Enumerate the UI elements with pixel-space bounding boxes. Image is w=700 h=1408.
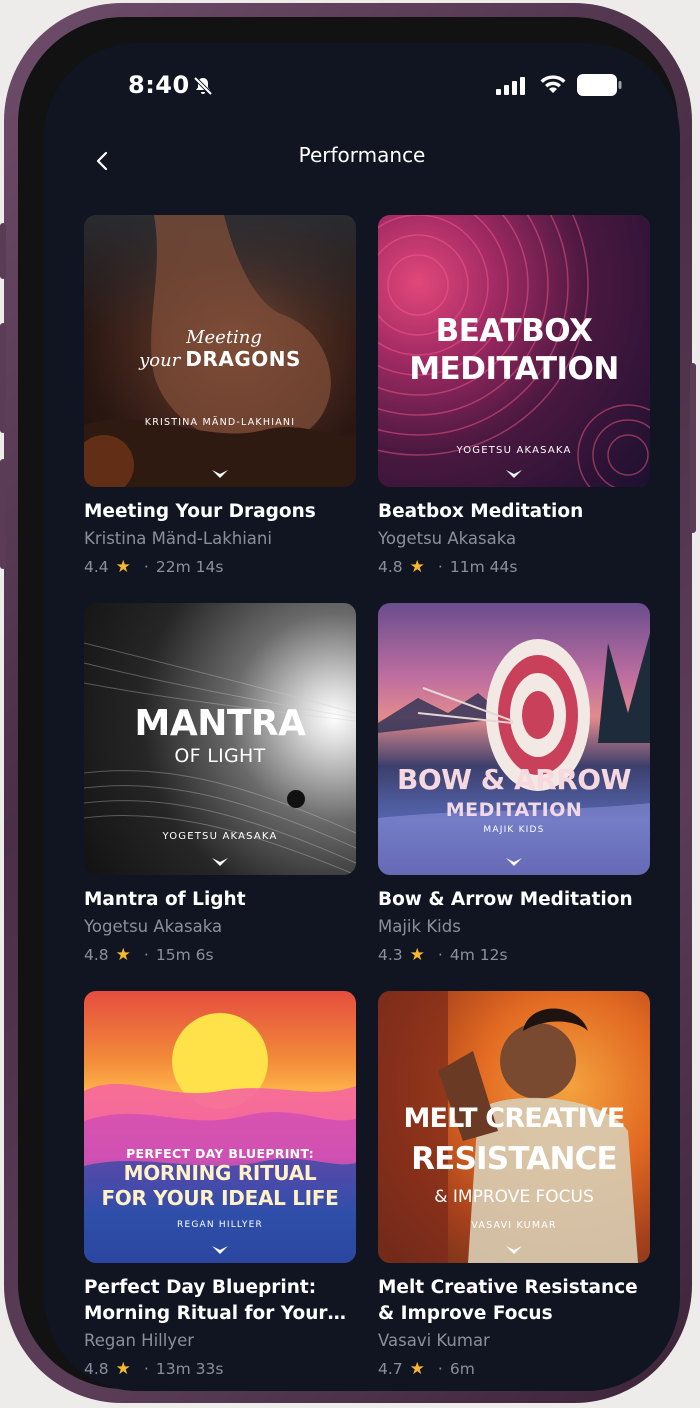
- separator-dot: ·: [437, 1360, 443, 1378]
- star-icon: ★: [115, 945, 131, 965]
- volume-up-button: [0, 323, 6, 433]
- brand-logo-icon: [506, 858, 522, 866]
- cover-image: PERFECT DAY BLUEPRINT: MORNING RITUAL FO…: [84, 991, 356, 1263]
- item-author: Vasavi Kumar: [378, 1331, 490, 1350]
- separator-dot: ·: [437, 946, 443, 964]
- item-title: Meeting Your Dragons: [84, 501, 316, 522]
- bell-slash-icon: [192, 75, 214, 101]
- item-duration: 13m 33s: [155, 1360, 224, 1378]
- brand-logo-icon: [506, 470, 522, 478]
- separator-dot: ·: [143, 558, 149, 576]
- cover-title-line1: BOW & ARROW: [397, 763, 631, 796]
- item-meta: 4.7 ★ · 6m: [378, 1359, 654, 1379]
- item-duration: 4m 12s: [449, 946, 508, 964]
- signal-icon: [496, 77, 530, 99]
- cover-author: REGAN HILLYER: [177, 1220, 263, 1230]
- battery-icon: [577, 73, 623, 101]
- cover-title-line1: MANTRA: [134, 703, 306, 744]
- cover-image: MELT CREATIVE RESISTANCE & IMPROVE FOCUS…: [378, 991, 650, 1263]
- item-duration: 22m 14s: [155, 558, 224, 576]
- separator-dot: ·: [143, 946, 149, 964]
- action-button: [0, 223, 6, 279]
- cover-title-line2: MEDITATION: [445, 799, 583, 821]
- item-author: Yogetsu Akasaka: [378, 529, 517, 548]
- item-meta: 4.8 ★ · 15m 6s: [84, 945, 360, 965]
- item-rating: 4.3: [378, 946, 403, 964]
- cover-image: Meeting your DRAGONS KRISTINA MÄND-LAKHI…: [84, 215, 356, 487]
- star-icon: ★: [409, 945, 425, 965]
- cover-title-line2: your DRAGONS: [84, 347, 356, 371]
- star-icon: ★: [115, 1359, 131, 1379]
- cover-title-line1: PERFECT DAY BLUEPRINT:: [126, 1146, 314, 1161]
- cover-title-line2: MEDITATION: [409, 351, 619, 387]
- item-title: Melt Creative Resistance & Improve Focus: [378, 1277, 638, 1324]
- cover-image: MANTRA OF LIGHT YOGETSU AKASAKA: [84, 603, 356, 875]
- cover-author: YOGETSU AKASAKA: [162, 831, 278, 842]
- cover-title-your: your: [139, 350, 181, 371]
- item-rating: 4.7: [378, 1360, 403, 1378]
- cover-title-line2: RESISTANCE: [411, 1141, 618, 1177]
- cover-title-line1: Meeting: [186, 327, 262, 348]
- star-icon: ★: [115, 557, 131, 577]
- item-rating: 4.8: [378, 558, 403, 576]
- status-time: 8:40: [128, 71, 190, 99]
- item-meta: 4.8 ★ · 13m 33s: [84, 1359, 360, 1379]
- brand-logo-icon: [212, 858, 228, 866]
- item-title: Bow & Arrow Meditation: [378, 889, 633, 910]
- item-meta: 4.8 ★ · 11m 44s: [378, 557, 654, 577]
- separator-dot: ·: [437, 558, 443, 576]
- item-rating: 4.4: [84, 558, 109, 576]
- cover-title-dragons: DRAGONS: [185, 347, 301, 371]
- item-author: Kristina Mänd-Lakhiani: [84, 529, 272, 548]
- bezel: 8:40 Performance Meeting your DRAGONS KR…: [18, 17, 680, 1391]
- item-title: Perfect Day Blueprint: Morning Ritual fo…: [84, 1277, 346, 1324]
- volume-down-button: [0, 459, 6, 569]
- star-icon: ★: [409, 1359, 425, 1379]
- brand-logo-icon: [212, 1246, 228, 1254]
- item-rating: 4.8: [84, 1360, 109, 1378]
- screen: 8:40 Performance Meeting your DRAGONS KR…: [44, 43, 680, 1391]
- item-rating: 4.8: [84, 946, 109, 964]
- cover-author: YOGETSU AKASAKA: [456, 445, 572, 456]
- wifi-icon: [539, 73, 567, 99]
- item-title: Beatbox Meditation: [378, 501, 584, 522]
- cover-title-line3: & IMPROVE FOCUS: [434, 1187, 594, 1207]
- item-duration: 15m 6s: [155, 946, 214, 964]
- cover-image: BOW & ARROW MEDITATION MAJIK KIDS: [378, 603, 650, 875]
- page-title: Performance: [298, 143, 426, 167]
- cover-title-line2: OF LIGHT: [174, 745, 266, 767]
- cover-title-line2: MORNING RITUAL: [123, 1161, 317, 1185]
- separator-dot: ·: [143, 1360, 149, 1378]
- cover-title-line3: FOR YOUR IDEAL LIFE: [101, 1186, 339, 1210]
- item-author: Yogetsu Akasaka: [84, 917, 223, 936]
- item-duration: 6m: [449, 1360, 475, 1378]
- cover-image: BEATBOX MEDITATION YOGETSU AKASAKA: [378, 215, 650, 487]
- cover-title-line1: BEATBOX: [435, 313, 593, 349]
- status-bar: 8:40: [44, 43, 680, 123]
- cover-title-line1: MELT CREATIVE: [403, 1103, 625, 1134]
- item-meta: 4.3 ★ · 4m 12s: [378, 945, 654, 965]
- item-meta: 4.4 ★ · 22m 14s: [84, 557, 360, 577]
- brand-logo-icon: [212, 470, 228, 478]
- cover-author: VASAVI KUMAR: [471, 1220, 557, 1231]
- star-icon: ★: [409, 557, 425, 577]
- item-title: Mantra of Light: [84, 889, 246, 910]
- item-author: Majik Kids: [378, 917, 461, 936]
- power-button: [690, 363, 696, 533]
- cover-author: KRISTINA MÄND-LAKHIANI: [144, 417, 296, 428]
- brand-logo-icon: [506, 1246, 522, 1254]
- item-duration: 11m 44s: [449, 558, 518, 576]
- cover-author: MAJIK KIDS: [483, 825, 545, 835]
- phone-frame: 8:40 Performance Meeting your DRAGONS KR…: [0, 3, 696, 1403]
- nav-bar: Performance: [44, 135, 680, 191]
- item-author: Regan Hillyer: [84, 1331, 195, 1350]
